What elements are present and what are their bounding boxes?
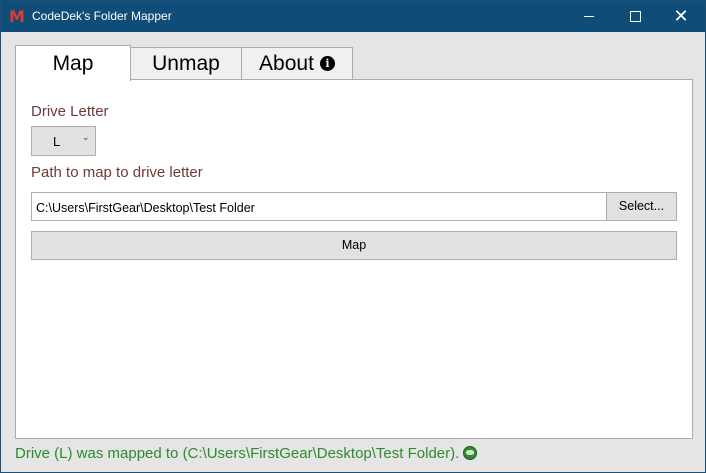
drive-letter-value: L xyxy=(53,134,61,149)
path-label: Path to map to drive letter xyxy=(31,164,203,181)
drive-letter-label: Drive Letter xyxy=(31,103,109,120)
minimize-button[interactable] xyxy=(566,1,612,32)
status-text: Drive (L) was mapped to (C:\Users\FirstG… xyxy=(15,445,460,462)
maximize-button[interactable] xyxy=(612,1,658,32)
app-logo-icon: M xyxy=(9,7,25,26)
tab-about-label: About xyxy=(259,51,314,75)
select-folder-button[interactable]: Select... xyxy=(606,192,677,221)
window-title: CodeDek's Folder Mapper xyxy=(32,9,172,23)
info-icon: i xyxy=(319,56,335,71)
chevron-down-icon: ⌄ xyxy=(82,133,90,143)
minimize-icon xyxy=(584,16,594,17)
map-button[interactable]: Map xyxy=(31,231,677,260)
app-window: M CodeDek's Folder Mapper ✕ Map Unmap Ab… xyxy=(0,0,706,473)
title-bar[interactable]: M CodeDek's Folder Mapper ✕ xyxy=(1,1,705,32)
globe-icon xyxy=(463,446,478,460)
tab-unmap[interactable]: Unmap xyxy=(130,47,242,79)
close-icon: ✕ xyxy=(673,5,689,27)
tab-map-label: Map xyxy=(52,51,94,75)
tab-unmap-label: Unmap xyxy=(152,51,220,75)
tab-map[interactable]: Map xyxy=(15,45,131,81)
drive-letter-dropdown[interactable]: L ⌄ xyxy=(31,126,96,156)
maximize-icon xyxy=(629,11,641,22)
map-panel: Drive Letter L ⌄ Path to map to drive le… xyxy=(15,79,693,439)
tab-about[interactable]: About i xyxy=(241,47,353,79)
path-input[interactable]: C:\Users\FirstGear\Desktop\Test Folder xyxy=(31,192,607,221)
status-message: Drive (L) was mapped to (C:\Users\FirstG… xyxy=(15,445,478,462)
close-button[interactable]: ✕ xyxy=(658,1,704,32)
